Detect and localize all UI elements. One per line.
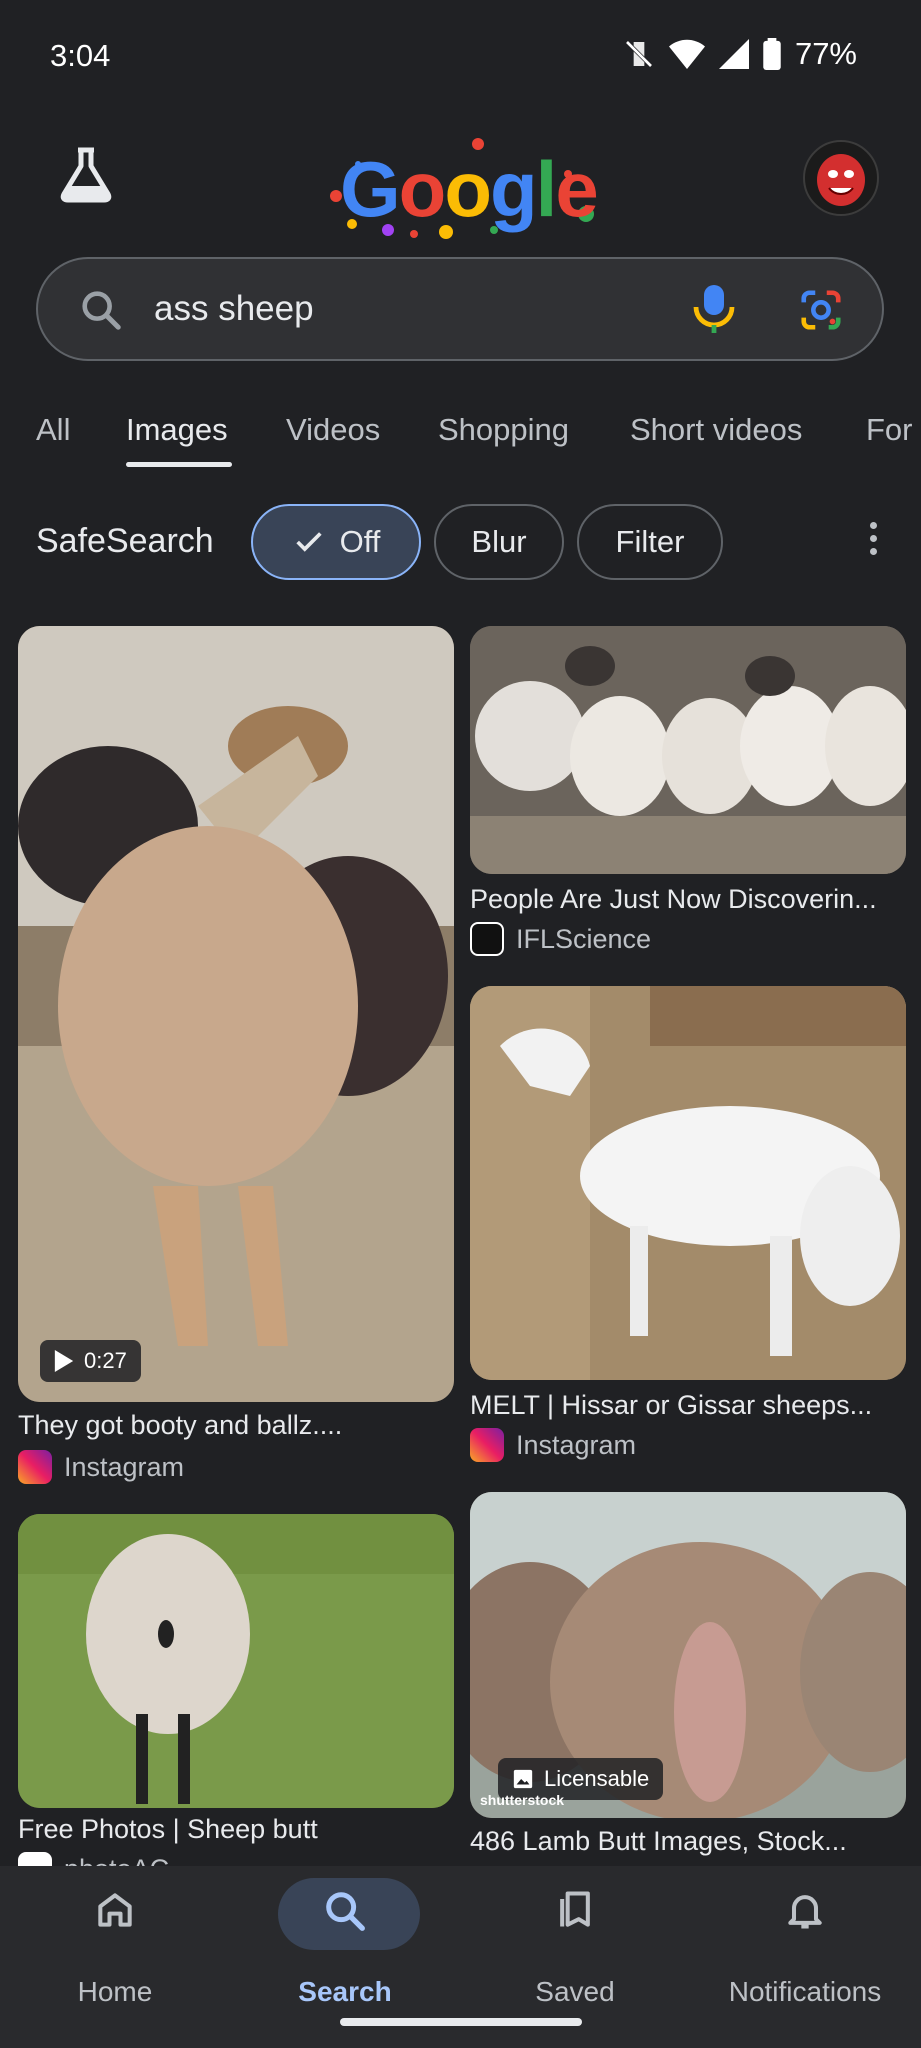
chip-label: Blur: [471, 524, 527, 559]
video-duration-badge: 0:27: [40, 1340, 141, 1382]
active-tab-indicator: [126, 462, 232, 467]
instagram-icon: [18, 1450, 52, 1484]
nav-notifications[interactable]: Notifications: [690, 1866, 920, 2048]
wifi-icon: [668, 39, 705, 69]
microphone-icon[interactable]: [692, 283, 736, 335]
result-image-3[interactable]: [470, 986, 906, 1380]
search-icon: [82, 291, 121, 330]
badge-text: Licensable: [544, 1766, 650, 1791]
chip-label: Filter: [615, 524, 685, 559]
search-input[interactable]: ass sheep: [154, 289, 314, 329]
result-image-2[interactable]: [470, 626, 906, 874]
nav-label: Home: [77, 1976, 153, 2007]
nav-home[interactable]: Home: [0, 1866, 230, 2048]
safesearch-blur-chip[interactable]: Blur: [434, 504, 564, 580]
tab-shopping[interactable]: Shopping: [438, 412, 569, 448]
bookmark-icon: [560, 1891, 590, 1927]
nav-label: Search: [298, 1976, 392, 2007]
source-name: IFLScience: [516, 923, 652, 954]
battery-percent: 77%: [794, 36, 857, 71]
signal-icon: [718, 39, 749, 69]
tab-videos[interactable]: Videos: [286, 412, 380, 448]
source-name: Instagram: [516, 1429, 637, 1460]
account-avatar[interactable]: [803, 140, 879, 216]
tab-all[interactable]: All: [36, 412, 70, 448]
tab-forums[interactable]: For: [866, 412, 913, 448]
play-icon: [54, 1350, 74, 1372]
google-wordmark: Google: [340, 145, 599, 233]
safesearch-off-chip[interactable]: Off: [251, 504, 421, 580]
nav-label: Saved: [535, 1976, 615, 2007]
checkmark-icon: [295, 532, 322, 552]
vibrate-off-icon: [625, 40, 653, 68]
search-tabs: All Images Videos Shopping Short videos …: [0, 412, 921, 472]
safesearch-label: SafeSearch: [36, 522, 214, 560]
nav-label: Notifications: [728, 1976, 882, 2007]
status-icons: 77%: [623, 36, 857, 72]
result-title-3[interactable]: MELT | Hissar or Gissar sheeps...: [470, 1390, 872, 1421]
image-watermark: shutterstock: [480, 1792, 565, 1808]
google-doodle-logo[interactable]: Google: [318, 134, 604, 244]
result-source-3[interactable]: Instagram: [470, 1428, 636, 1462]
result-title-5[interactable]: 486 Lamb Butt Images, Stock...: [470, 1826, 847, 1857]
gesture-home-indicator[interactable]: [340, 2018, 582, 2026]
result-source-1[interactable]: Instagram: [18, 1450, 184, 1484]
search-icon: [326, 1892, 365, 1931]
result-image-5[interactable]: Licensable shutterstock: [470, 1492, 906, 1818]
home-icon: [98, 1893, 132, 1927]
source-name: Instagram: [64, 1451, 185, 1482]
instagram-icon: [470, 1428, 504, 1462]
result-image-4[interactable]: [18, 1514, 454, 1808]
result-title-2[interactable]: People Are Just Now Discoverin...: [470, 884, 877, 915]
image-icon: [513, 1769, 533, 1789]
chip-label: Off: [339, 524, 381, 559]
google-lens-icon[interactable]: [798, 287, 844, 333]
search-bar[interactable]: ass sheep: [36, 257, 884, 361]
labs-flask-icon[interactable]: [56, 144, 116, 204]
iflscience-icon: [470, 922, 504, 956]
safesearch-filter-chip[interactable]: Filter: [577, 504, 723, 580]
battery-icon: [763, 38, 781, 70]
bell-icon: [788, 1895, 822, 1929]
status-time: 3:04: [50, 38, 111, 73]
result-title-4[interactable]: Free Photos | Sheep butt: [18, 1814, 318, 1845]
tab-short-videos[interactable]: Short videos: [630, 412, 802, 448]
tab-images[interactable]: Images: [126, 412, 228, 448]
badge-text: 0:27: [84, 1348, 127, 1373]
result-title-1[interactable]: They got booty and ballz....: [18, 1410, 342, 1441]
more-options-icon[interactable]: [858, 522, 888, 562]
result-source-2[interactable]: IFLScience: [470, 922, 651, 956]
result-image-1[interactable]: 0:27: [18, 626, 454, 1402]
